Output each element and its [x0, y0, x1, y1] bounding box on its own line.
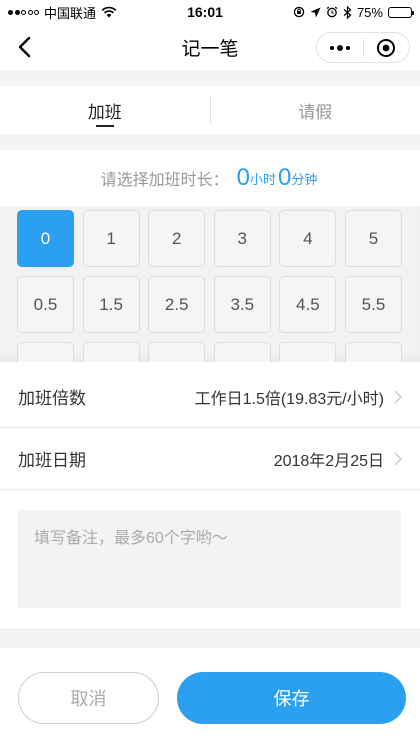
duration-option[interactable]: 2 [148, 210, 206, 267]
duration-option[interactable]: 5.5 [344, 276, 402, 333]
signal-icon [8, 9, 39, 15]
chevron-right-icon [394, 389, 402, 404]
mode-tabs: 加班 请假 [0, 86, 420, 134]
duration-option[interactable]: 5 [344, 210, 402, 267]
duration-section: 请选择加班时长： 0 小时 0 分钟 0 1 2 3 4 5 0.5 1.5 2.5 3.5 4.5… [0, 150, 420, 366]
page-title: 记一笔 [181, 38, 239, 60]
close-mini-program-button[interactable] [364, 33, 410, 62]
more-button[interactable] [317, 33, 363, 62]
duration-option[interactable]: 2.5 [148, 276, 206, 333]
status-time: 16:01 [187, 4, 223, 20]
duration-minutes-unit: 分钟 [291, 171, 318, 187]
duration-option[interactable] [148, 342, 206, 362]
duration-hours: 0 [236, 164, 250, 191]
chevron-left-icon [18, 36, 31, 58]
note-section [0, 490, 420, 630]
duration-picker-scroll[interactable]: 0 1 2 3 4 5 0.5 1.5 2.5 3.5 4.5 5.5 [0, 206, 420, 362]
wifi-icon [101, 6, 117, 18]
battery-icon [387, 6, 414, 18]
action-bar: 取消 保存 [0, 648, 420, 747]
duration-label: 请选择加班时长： [100, 172, 229, 189]
chevron-right-icon [394, 451, 402, 466]
bluetooth-icon [343, 5, 352, 19]
duration-option[interactable]: 3.5 [213, 276, 271, 333]
duration-minutes: 0 [278, 164, 292, 191]
mini-program-capsule [316, 32, 410, 63]
orientation-lock-icon [293, 6, 305, 18]
duration-option[interactable]: 1 [82, 210, 140, 267]
duration-summary: 请选择加班时长： 0 小时 0 分钟 [0, 150, 420, 206]
duration-grid: 0 1 2 3 4 5 0.5 1.5 2.5 3.5 4.5 5.5 [0, 206, 420, 362]
battery-percent: 75% [356, 4, 383, 20]
duration-option[interactable]: 1.5 [82, 276, 140, 333]
alarm-icon [326, 6, 338, 18]
duration-hours-unit: 小时 [249, 171, 276, 187]
nav-bar: 记一笔 [0, 24, 420, 70]
carrier-name: 中国联通 [44, 5, 97, 21]
multiplier-value: 工作日1.5倍(19.83元/小时) [194, 390, 384, 408]
multiplier-row[interactable]: 加班倍数 工作日1.5倍(19.83元/小时) [0, 366, 420, 428]
back-button[interactable] [10, 33, 38, 61]
duration-option[interactable] [17, 342, 74, 362]
status-left: 中国联通 [8, 3, 117, 22]
date-row[interactable]: 加班日期 2018年2月25日 [0, 428, 420, 490]
duration-option[interactable] [279, 342, 337, 362]
multiplier-label: 加班倍数 [18, 389, 86, 408]
duration-option[interactable]: 0 [17, 210, 74, 267]
duration-option[interactable] [82, 342, 140, 362]
duration-option[interactable]: 3 [213, 210, 271, 267]
tab-overtime[interactable]: 加班 [0, 86, 210, 134]
target-close-icon [377, 38, 396, 57]
note-input[interactable] [18, 510, 401, 608]
more-dots-icon [329, 44, 350, 51]
cancel-button[interactable]: 取消 [18, 671, 159, 724]
save-button[interactable]: 保存 [177, 671, 406, 724]
duration-option[interactable]: 4 [279, 210, 337, 267]
status-bar: 中国联通 16:01 75% [0, 0, 420, 24]
date-value: 2018年2月25日 [273, 452, 384, 470]
duration-option[interactable]: 0.5 [17, 276, 74, 333]
date-label: 加班日期 [18, 451, 86, 470]
status-right: 75% [293, 4, 414, 20]
duration-option[interactable] [213, 342, 271, 362]
tab-leave[interactable]: 请假 [211, 86, 420, 134]
duration-option[interactable]: 4.5 [279, 276, 337, 333]
location-icon [310, 7, 321, 17]
duration-option[interactable] [344, 342, 402, 362]
